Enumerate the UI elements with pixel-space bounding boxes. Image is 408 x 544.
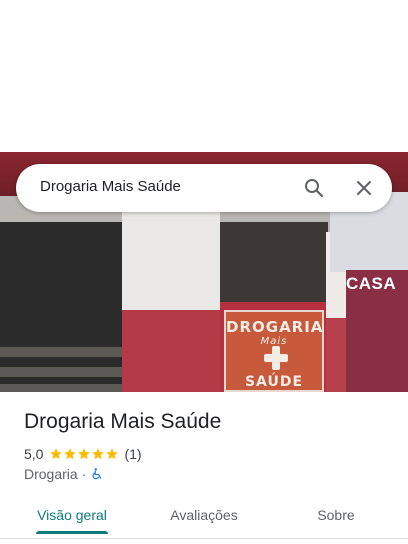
category-row: Drogaria · (24, 465, 104, 483)
tab-reviews[interactable]: Avaliações (150, 496, 258, 534)
star-icon (78, 448, 91, 460)
active-tab-indicator (36, 531, 108, 534)
search-icon[interactable] (302, 176, 326, 200)
star-icon (50, 448, 63, 460)
star-icon (106, 448, 119, 460)
pharmacy-sign: DROGARIA Mais SAÚDE (224, 310, 324, 392)
review-count[interactable]: (1) (124, 446, 141, 462)
tabs-divider (0, 538, 408, 539)
neighbor-store-sign: CASA (346, 274, 397, 293)
tab-overview[interactable]: Visão geral (20, 496, 124, 534)
tab-about[interactable]: Sobre (290, 496, 382, 534)
place-title: Drogaria Mais Saúde (24, 410, 222, 433)
search-bar[interactable]: Drogaria Mais Saúde (16, 164, 392, 212)
star-icon (92, 448, 105, 460)
star-rating (49, 447, 119, 461)
rating-value: 5,0 (24, 446, 44, 462)
search-input[interactable]: Drogaria Mais Saúde (40, 178, 181, 195)
star-icon (64, 448, 77, 460)
map-area-top (0, 0, 408, 152)
place-tabs: Visão geral Avaliações Sobre (0, 496, 408, 536)
wheelchair-icon (92, 468, 102, 480)
rating-row[interactable]: 5,0 (1) (24, 445, 142, 463)
separator: · (81, 466, 87, 482)
pharmacy-cross-icon (264, 346, 288, 370)
place-category: Drogaria (24, 466, 78, 482)
close-icon[interactable] (352, 176, 376, 200)
